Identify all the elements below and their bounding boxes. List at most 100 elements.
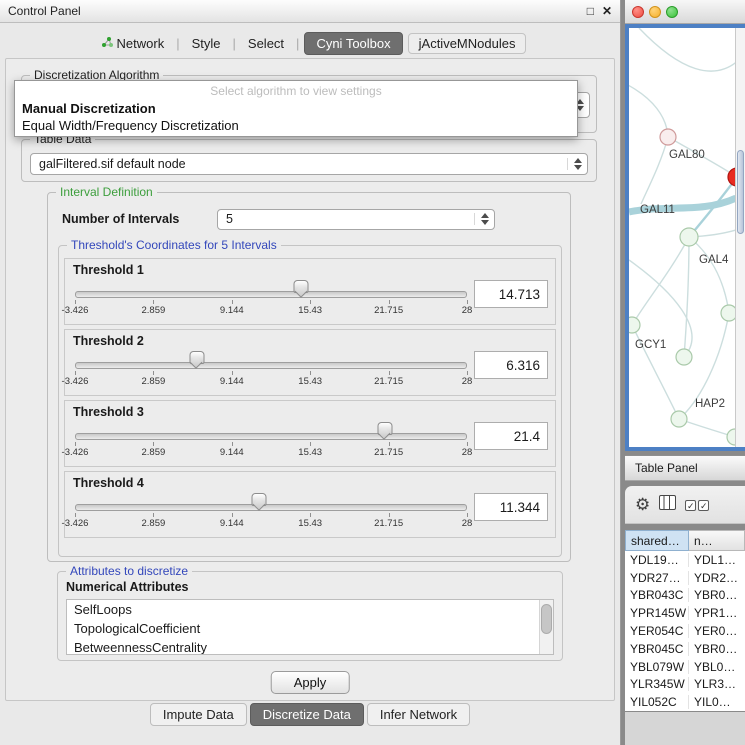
slider-tick (467, 300, 468, 304)
slider-tick (232, 442, 233, 446)
threshold-label: Threshold 2 (73, 334, 548, 348)
dropdown-option[interactable]: Equal Width/Frequency Discretization (15, 117, 577, 134)
scrollbar-thumb[interactable] (737, 150, 744, 234)
zoom-traffic-light-icon[interactable] (666, 6, 678, 18)
table-row[interactable]: YIL052CYIL0… (625, 693, 745, 711)
network-edge[interactable] (629, 83, 668, 137)
select-columns-checkboxes-icon[interactable]: ✓✓ (685, 496, 711, 514)
table-row[interactable]: YBR045CYBR0… (625, 640, 745, 658)
table-row[interactable]: YPR145WYPR1… (625, 604, 745, 622)
threshold-value-field[interactable]: 21.4 (474, 422, 548, 450)
numerical-attributes-list[interactable]: SelfLoopsTopologicalCoefficientBetweenne… (66, 599, 554, 655)
tab-jactivemnodules[interactable]: jActiveMNodules (408, 33, 527, 54)
slider-tick-label: 2.859 (142, 447, 166, 458)
gear-icon[interactable]: ⚙ (635, 496, 650, 513)
tab-infer-network[interactable]: Infer Network (367, 703, 470, 726)
table-row[interactable]: YLR345WYLR3… (625, 676, 745, 694)
threshold-value-field[interactable]: 11.344 (474, 493, 548, 521)
slider-tick (467, 442, 468, 446)
threshold-value-field[interactable]: 14.713 (474, 280, 548, 308)
thresholds-group-title: Threshold's Coordinates for 5 Intervals (67, 238, 281, 252)
scrollbar-thumb[interactable] (541, 604, 552, 634)
threshold-slider[interactable]: -3.4262.8599.14415.4321.71528 (72, 420, 470, 462)
column-header[interactable]: shared… (625, 530, 689, 551)
network-edge[interactable] (639, 28, 736, 71)
algorithm-dropdown-popup: Select algorithm to view settings Manual… (14, 80, 578, 137)
network-node[interactable] (671, 411, 687, 427)
node-table: shared…n…YDL19…YDL1…YDR27…YDR2…YBR043CYB… (625, 530, 745, 711)
close-icon[interactable]: ✕ (602, 4, 612, 18)
tab-cyni-toolbox[interactable]: Cyni Toolbox (304, 32, 402, 55)
slider-tick-label: 9.144 (220, 376, 244, 387)
float-window-icon[interactable]: □ (587, 4, 594, 18)
number-of-intervals-combo[interactable]: 5 (217, 209, 495, 230)
tab-label: Network (117, 36, 165, 51)
combo-stepper-icon[interactable] (567, 158, 582, 170)
slider-tick (389, 442, 390, 446)
table-cell: YBR0… (689, 642, 745, 656)
list-item[interactable]: SelfLoops (67, 600, 553, 619)
node-label: GCY1 (635, 339, 666, 351)
slider-tick-label: 21.715 (374, 305, 403, 316)
network-window-titlebar (625, 0, 745, 24)
table-row[interactable]: YBR043CYBR0… (625, 587, 745, 605)
threshold-slider[interactable]: -3.4262.8599.14415.4321.71528 (72, 278, 470, 320)
tab-style[interactable]: Style (185, 33, 228, 54)
node-label: GAL4 (699, 254, 729, 266)
network-node[interactable] (660, 129, 676, 145)
threshold-slider[interactable]: -3.4262.8599.14415.4321.71528 (72, 349, 470, 391)
tab-network[interactable]: Network (94, 33, 172, 54)
table-data-combo[interactable]: galFiltered.sif default node (30, 153, 588, 175)
dropdown-option[interactable]: Manual Discretization (15, 100, 577, 117)
bottom-tab-bar: Impute DataDiscretize DataInfer Network (0, 703, 620, 726)
slider-tick-label: -3.426 (62, 376, 89, 387)
slider-handle[interactable] (252, 493, 267, 506)
network-canvas[interactable]: GAL80GAL11GAL4GCY1HAP2 (629, 28, 736, 447)
table-cell: YER054C (625, 624, 689, 638)
list-item[interactable]: TopologicalCoefficient (67, 619, 553, 638)
slider-tick-label: 2.859 (142, 376, 166, 387)
close-traffic-light-icon[interactable] (632, 6, 644, 18)
column-header[interactable]: n… (689, 530, 745, 551)
tab-impute-data[interactable]: Impute Data (150, 703, 247, 726)
list-item[interactable]: BetweennessCentrality (67, 638, 553, 655)
slider-tick (467, 513, 468, 517)
titlebar-controls: □ ✕ (587, 4, 612, 18)
network-node[interactable] (721, 305, 736, 321)
threshold-value-field[interactable]: 6.316 (474, 351, 548, 379)
tab-discretize-data[interactable]: Discretize Data (250, 703, 364, 726)
network-node[interactable] (629, 317, 640, 333)
network-node[interactable] (680, 228, 698, 246)
table-cell: YBR043C (625, 588, 689, 602)
slider-handle[interactable] (189, 351, 204, 364)
table-row[interactable]: YBL079WYBL0… (625, 658, 745, 676)
slider-tick (389, 300, 390, 304)
list-vertical-scrollbar[interactable] (539, 600, 553, 654)
table-row[interactable]: YDL19…YDL1… (625, 551, 745, 569)
minimize-traffic-light-icon[interactable] (649, 6, 661, 18)
apply-button[interactable]: Apply (271, 671, 350, 694)
threshold-body: -3.4262.8599.14415.4321.7152821.4 (72, 420, 548, 462)
network-edge[interactable] (689, 237, 729, 313)
threshold-body: -3.4262.8599.14415.4321.7152811.344 (72, 491, 548, 533)
network-node[interactable] (676, 349, 692, 365)
threshold-slider[interactable]: -3.4262.8599.14415.4321.71528 (72, 491, 470, 533)
slider-tick-label: 21.715 (374, 447, 403, 458)
control-panel-titlebar: Control Panel □ ✕ (0, 0, 620, 23)
network-view-window: GAL80GAL11GAL4GCY1HAP2 (625, 0, 745, 451)
slider-handle[interactable] (377, 422, 392, 435)
threshold-label: Threshold 4 (73, 476, 548, 490)
network-edge[interactable] (632, 237, 689, 325)
network-edge[interactable] (679, 419, 735, 437)
slider-handle[interactable] (294, 280, 309, 293)
combo-stepper-icon[interactable] (474, 213, 489, 225)
slider-tick (75, 442, 76, 446)
tab-select[interactable]: Select (241, 33, 291, 54)
network-edge[interactable] (684, 237, 689, 357)
network-edge[interactable] (641, 137, 668, 204)
network-vertical-scrollbar[interactable] (735, 28, 745, 447)
slider-tick (75, 513, 76, 517)
columns-icon[interactable] (659, 495, 676, 515)
table-row[interactable]: YDR27…YDR2… (625, 569, 745, 587)
table-row[interactable]: YER054CYER0… (625, 622, 745, 640)
